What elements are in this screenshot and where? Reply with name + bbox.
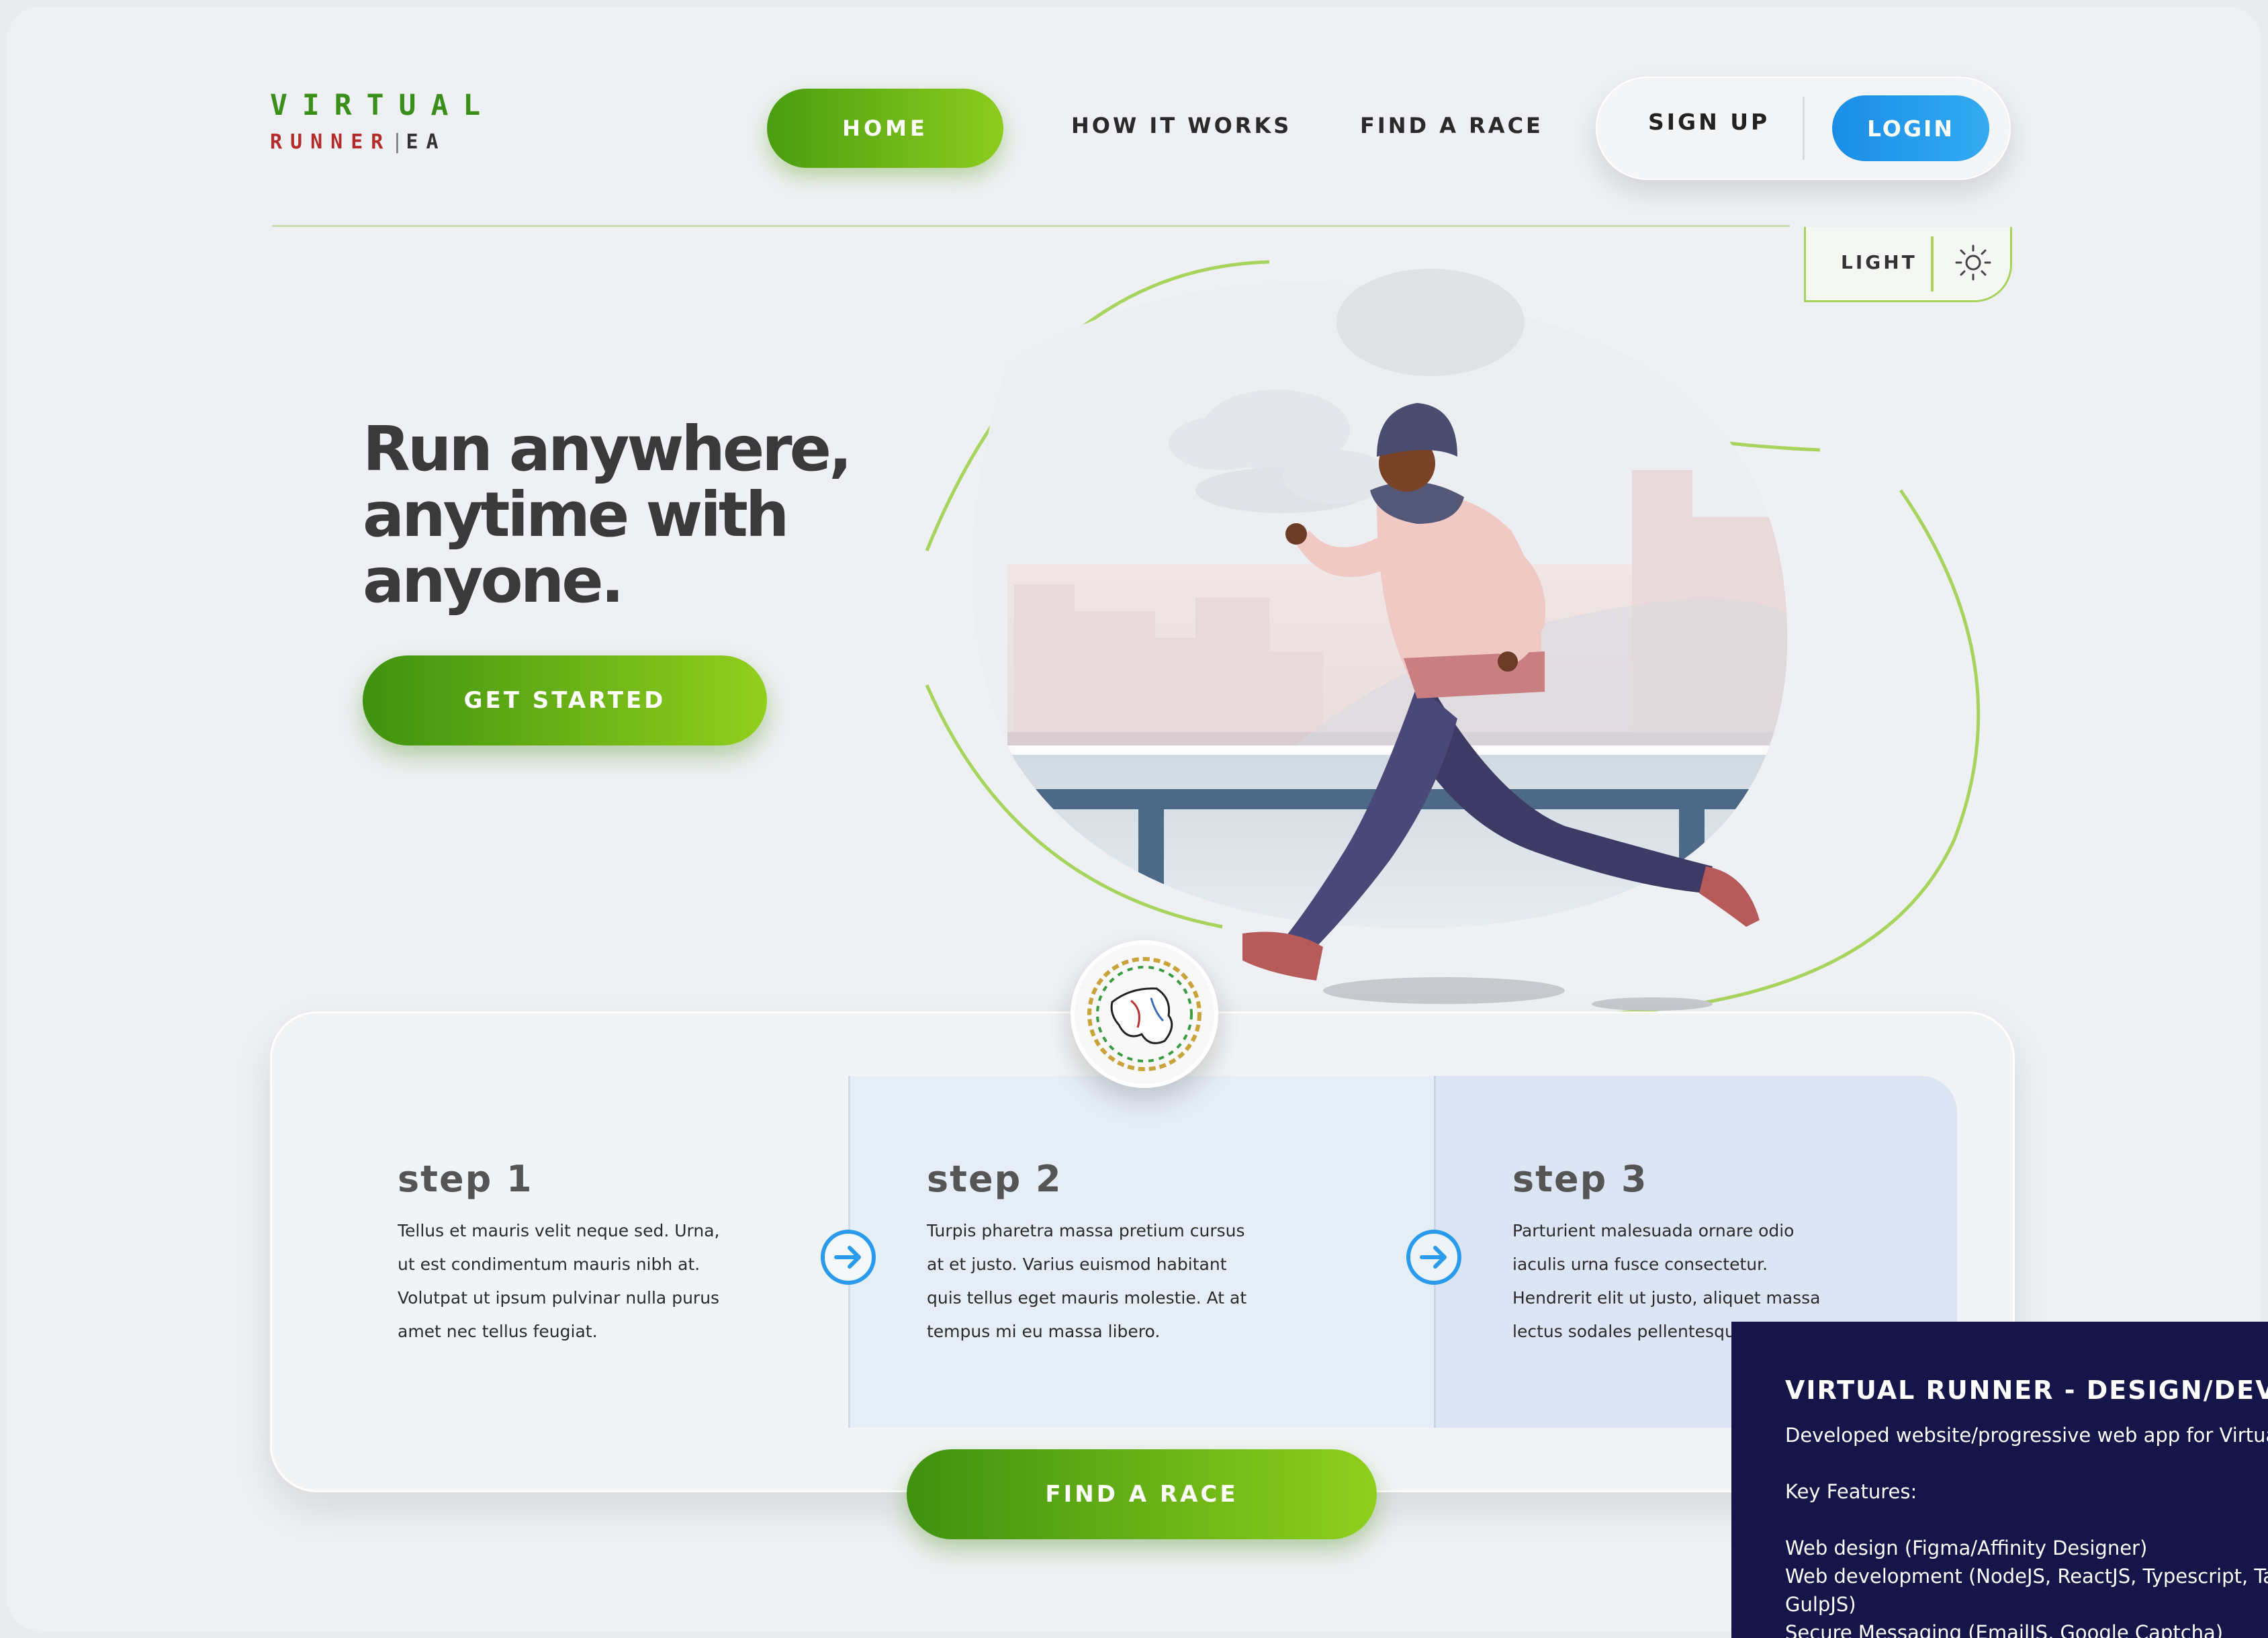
info-feature-1: Web design (Figma/Affinity Designer) xyxy=(1785,1537,2148,1559)
auth-group: SIGN UP LOGIN xyxy=(1596,77,2011,180)
arrow-right-icon xyxy=(821,1230,876,1285)
find-a-race-button[interactable]: FIND A RACE xyxy=(907,1449,1377,1539)
info-feature-4: Secure Messaging (EmailJS, Google Captch… xyxy=(1785,1621,2224,1638)
auth-divider xyxy=(1803,97,1805,160)
logo-line-runner: RUNNER|EA xyxy=(270,130,495,154)
map-emblem-icon xyxy=(1087,957,1201,1071)
get-started-button[interactable]: GET STARTED xyxy=(363,655,767,745)
step-3-title: step 3 xyxy=(1512,1158,1648,1200)
login-button[interactable]: LOGIN xyxy=(1832,95,1989,161)
info-intro: Developed website/progressive web app fo… xyxy=(1785,1424,2268,1447)
logo-ea: EA xyxy=(406,130,447,154)
info-feature-2: Web development (NodeJS, ReactJS, Typesc… xyxy=(1785,1565,2268,1588)
hero-title-line-3: anyone. xyxy=(363,545,625,617)
logo-separator: | xyxy=(391,130,406,154)
step-card-2: step 2 Turpis pharetra massa pretium cur… xyxy=(848,1076,1434,1428)
nav-find-a-race-link[interactable]: FIND A RACE xyxy=(1360,113,1543,138)
step-card-1: step 1 Tellus et mauris velit neque sed.… xyxy=(321,1076,848,1428)
nav-home-button[interactable]: HOME xyxy=(767,89,1003,168)
logo[interactable]: VIRTUAL RUNNER|EA xyxy=(270,89,495,154)
info-features-label: Key Features: xyxy=(1785,1480,1917,1503)
hero-title-line-1: Run anywhere, xyxy=(363,413,852,485)
step-2-text: Turpis pharetra massa pretium cursus at … xyxy=(927,1221,1247,1341)
map-emblem xyxy=(1071,940,1218,1088)
sign-up-button[interactable]: SIGN UP xyxy=(1648,109,1770,135)
hero-title: Run anywhere, anytime with anyone. xyxy=(363,416,873,614)
arrow-right-icon xyxy=(1406,1230,1461,1285)
step-2-title: step 2 xyxy=(927,1158,1062,1200)
step-1-text: Tellus et mauris velit neque sed. Urna, … xyxy=(398,1221,720,1341)
hero-title-line-2: anytime with xyxy=(363,479,789,551)
header-divider xyxy=(272,225,1790,227)
logo-line-virtual: VIRTUAL xyxy=(270,89,496,122)
info-feature-3: GulpJS) xyxy=(1785,1593,1856,1616)
steps-panel: step 1 Tellus et mauris velit neque sed.… xyxy=(321,1076,1957,1428)
project-info-panel: VIRTUAL RUNNER - DESIGN/DEVELO Developed… xyxy=(1731,1322,2268,1638)
nav-how-it-works-link[interactable]: HOW IT WORKS xyxy=(1071,113,1291,138)
step-1-title: step 1 xyxy=(398,1158,533,1200)
logo-runner: RUNNER xyxy=(270,130,392,154)
runner-illustration xyxy=(925,260,1981,1016)
info-title: VIRTUAL RUNNER - DESIGN/DEVELO xyxy=(1785,1375,2268,1405)
